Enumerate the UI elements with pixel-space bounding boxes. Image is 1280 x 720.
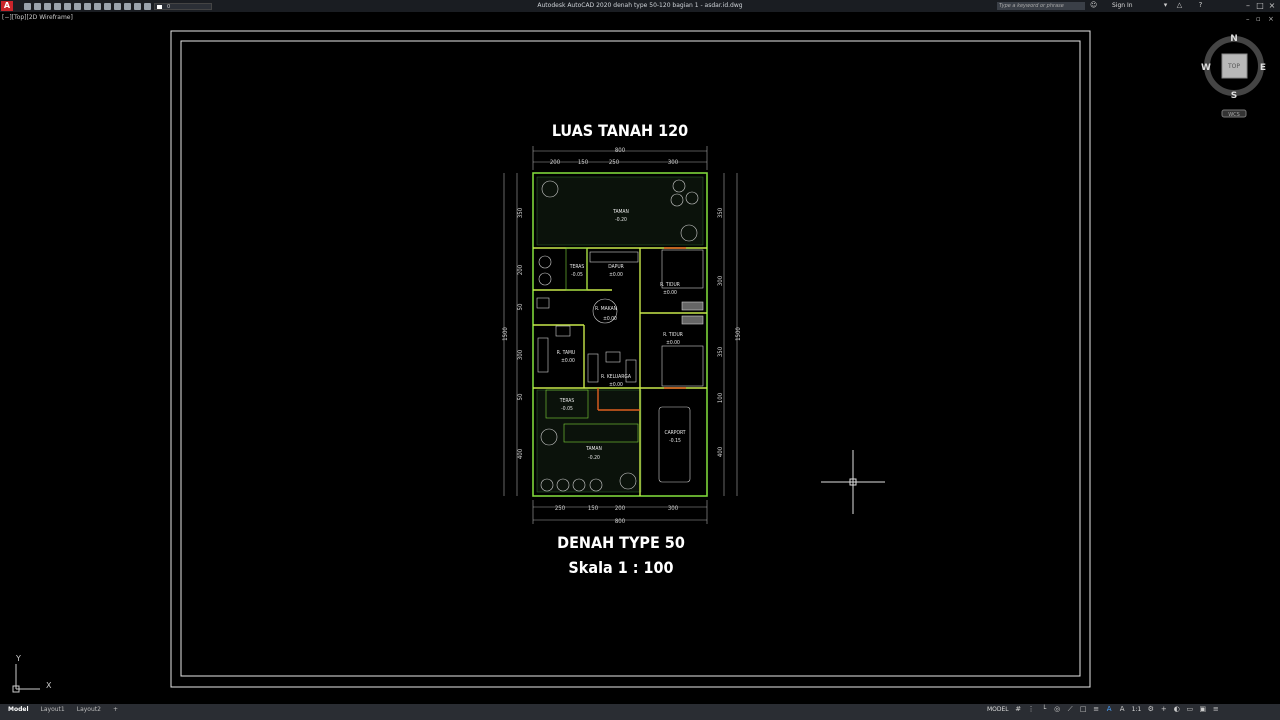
room-name-teras-front: TERAS — [559, 398, 575, 404]
dim-top-total: 800 — [615, 147, 626, 154]
dim-left-1: 350 — [517, 207, 524, 218]
plus-icon[interactable]: + — [1160, 706, 1167, 713]
ucs-y-label: Y — [15, 654, 21, 663]
dim-bottom-2: 150 — [588, 505, 599, 512]
viewcube-west[interactable]: W — [1201, 63, 1211, 73]
room-level-taman-back: -0.20 — [615, 217, 627, 223]
settings-gear-icon[interactable]: ⚙ — [1147, 706, 1154, 713]
dim-left-3: 50 — [517, 303, 524, 310]
wcs-label: WCS — [1228, 112, 1240, 118]
tab-layout1[interactable]: Layout1 — [41, 706, 65, 713]
layout-tabs: Model Layout1 Layout2 + — [8, 706, 118, 713]
grid-icon[interactable]: # — [1015, 706, 1022, 713]
dim-top-4: 300 — [668, 159, 679, 166]
annotation-scale-icon[interactable]: A — [1119, 706, 1126, 713]
dim-left-total: 1500 — [502, 327, 509, 341]
room-name-tamu: R. TAMU — [557, 350, 575, 356]
tab-layout2[interactable]: Layout2 — [77, 706, 101, 713]
ucs-x-label: X — [46, 681, 52, 690]
viewcube-face-label: TOP — [1227, 63, 1240, 70]
room-name-teras-back: TERAS — [569, 264, 585, 270]
scale-value[interactable]: 1:1 — [1132, 706, 1142, 713]
room-name-makan: R. MAKAN — [595, 306, 617, 312]
drawing-canvas[interactable]: LUAS TANAH 120 DENAH TYPE 50 Skala 1 : 1… — [0, 0, 1280, 704]
viewcube-south[interactable]: S — [1231, 91, 1237, 101]
viewcube[interactable]: TOP N S E W WCS — [1201, 34, 1266, 118]
object-snap-icon[interactable]: □ — [1080, 706, 1087, 713]
dim-bottom-1: 250 — [555, 505, 566, 512]
room-level-taman-front: -0.20 — [588, 455, 600, 461]
room-level-bedroom-1: ±0.00 — [663, 290, 677, 296]
dim-bottom-total: 800 — [615, 518, 626, 525]
customize-menu-icon[interactable]: ≡ — [1212, 706, 1219, 713]
annotation-icon[interactable]: A — [1106, 706, 1113, 713]
room-name-taman-back: TAMAN — [612, 209, 629, 215]
ucs-icon — [12, 664, 40, 693]
tab-model[interactable]: Model — [8, 706, 29, 713]
hardware-accel-icon[interactable]: ▭ — [1186, 706, 1194, 713]
room-name-carport: CARPORT — [664, 430, 685, 436]
room-name-dapur: DAPUR — [608, 264, 624, 270]
status-bar: Model Layout1 Layout2 + MODEL # ⋮ └ ◎ ⟋ … — [0, 704, 1280, 720]
room-level-carport: -0.15 — [669, 438, 681, 444]
viewcube-east[interactable]: E — [1260, 63, 1266, 73]
room-name-taman-front: TAMAN — [585, 446, 602, 452]
room-level-dapur: ±0.00 — [609, 272, 623, 278]
plan-title: DENAH TYPE 50 — [557, 533, 685, 552]
dim-top-1: 200 — [550, 159, 561, 166]
snap-icon[interactable]: ⋮ — [1028, 706, 1035, 713]
top-title: LUAS TANAH 120 — [552, 121, 688, 140]
scale-label: Skala 1 : 100 — [568, 558, 673, 577]
model-space-button[interactable]: MODEL — [987, 706, 1009, 713]
crosshair-cursor — [821, 450, 885, 514]
dim-right-4: 100 — [717, 392, 724, 403]
room-name-keluarga: R. KELUARGA — [601, 374, 632, 380]
room-name-bedroom-2: R. TIDUR — [663, 332, 683, 338]
add-layout-icon[interactable]: + — [113, 706, 118, 713]
room-level-bedroom-2: ±0.00 — [666, 340, 680, 346]
dim-left-2: 200 — [517, 264, 524, 275]
isolate-icon[interactable]: ◐ — [1173, 706, 1180, 713]
dim-top-2: 150 — [578, 159, 589, 166]
dim-left-4: 300 — [517, 349, 524, 360]
dim-top-3: 250 — [609, 159, 620, 166]
dim-right-total: 1500 — [735, 327, 742, 341]
dim-right-2: 300 — [717, 275, 724, 286]
lineweight-icon[interactable]: ≡ — [1093, 706, 1100, 713]
dim-left-6: 400 — [517, 448, 524, 459]
room-level-tamu: ±0.00 — [561, 358, 575, 364]
dim-left-5: 50 — [517, 393, 524, 400]
dim-right-1: 350 — [717, 207, 724, 218]
dim-bottom-4: 300 — [668, 505, 679, 512]
room-level-makan: ±0.00 — [603, 316, 617, 322]
polar-icon[interactable]: ◎ — [1054, 706, 1061, 713]
dim-right-5: 400 — [717, 446, 724, 457]
room-level-teras-front: -0.05 — [561, 406, 573, 412]
status-toolbar: MODEL # ⋮ └ ◎ ⟋ □ ≡ A A 1:1 ⚙ + ◐ ▭ ▣ ≡ — [987, 706, 1219, 714]
room-level-teras-back: -0.05 — [571, 272, 583, 278]
viewcube-north[interactable]: N — [1230, 34, 1238, 44]
room-name-bedroom-1: R. TIDUR — [660, 282, 680, 288]
ortho-icon[interactable]: └ — [1041, 706, 1048, 713]
dim-right-3: 350 — [717, 346, 724, 357]
clean-screen-icon[interactable]: ▣ — [1199, 706, 1207, 713]
room-level-keluarga: ±0.00 — [609, 382, 623, 388]
dim-bottom-3: 200 — [615, 505, 626, 512]
isodraft-icon[interactable]: ⟋ — [1067, 706, 1074, 713]
